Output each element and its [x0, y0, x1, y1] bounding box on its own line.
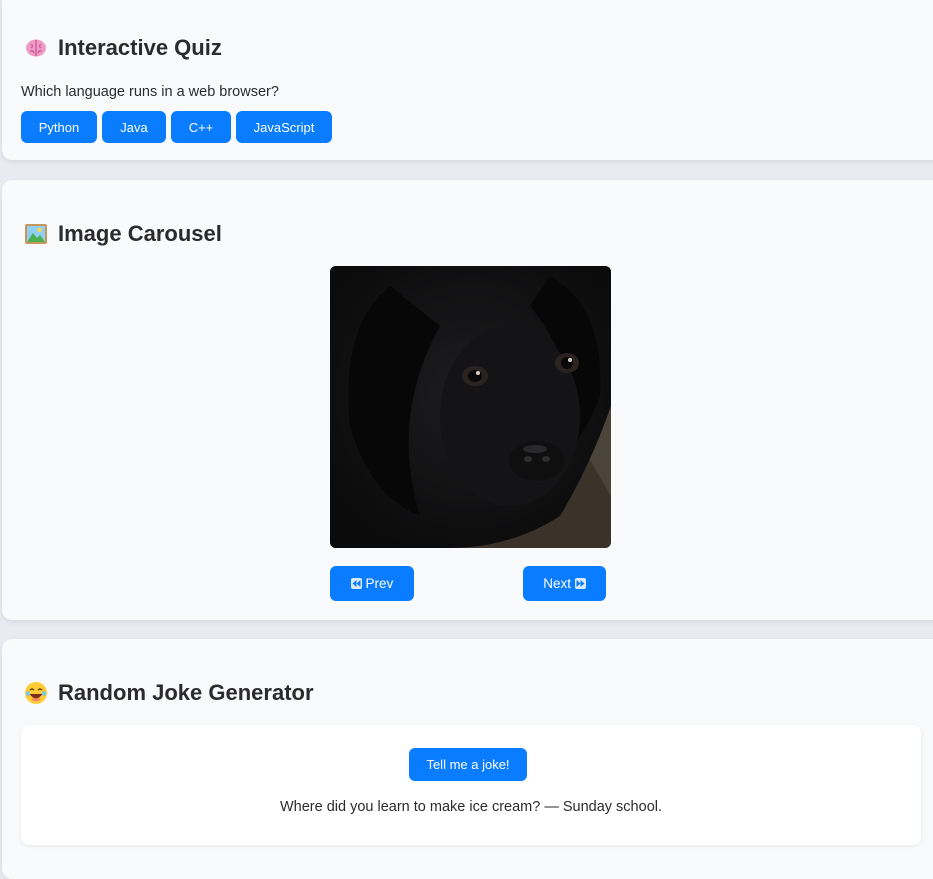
quiz-title: Interactive Quiz	[24, 35, 222, 61]
carousel-title-text: Image Carousel	[58, 221, 222, 246]
option-java-button[interactable]: Java	[102, 111, 166, 143]
laughing-face-icon	[24, 681, 48, 705]
tell-joke-button[interactable]: Tell me a joke!	[409, 748, 527, 781]
joke-title: Random Joke Generator	[24, 680, 314, 706]
prev-button[interactable]: Prev	[330, 566, 414, 601]
option-cpp-button[interactable]: C++	[171, 111, 231, 143]
quiz-title-text: Interactive Quiz	[58, 35, 222, 60]
option-python-button[interactable]: Python	[21, 111, 97, 143]
quiz-options: Python Java C++ JavaScript	[21, 111, 332, 143]
carousel-title: Image Carousel	[24, 221, 222, 247]
joke-panel: Tell me a joke! Where did you learn to m…	[21, 725, 921, 845]
brain-icon	[24, 36, 48, 60]
option-javascript-button[interactable]: JavaScript	[236, 111, 332, 143]
next-label: Next	[543, 576, 571, 591]
quiz-card: Interactive Quiz Which language runs in …	[2, 0, 933, 160]
next-button[interactable]: Next	[523, 566, 606, 601]
quiz-question: Which language runs in a web browser?	[21, 84, 279, 100]
rewind-icon	[350, 578, 362, 589]
joke-card: Random Joke Generator Tell me a joke! Wh…	[2, 639, 933, 879]
carousel-card: Image Carousel Prev Next	[2, 180, 933, 620]
prev-label: Prev	[365, 576, 394, 591]
framed-picture-icon	[24, 222, 48, 246]
joke-text: Where did you learn to make ice cream? —…	[279, 799, 663, 815]
joke-title-text: Random Joke Generator	[58, 680, 314, 705]
fast-forward-icon	[574, 578, 586, 589]
black-puppy-image	[330, 266, 611, 548]
carousel-image	[330, 266, 611, 548]
